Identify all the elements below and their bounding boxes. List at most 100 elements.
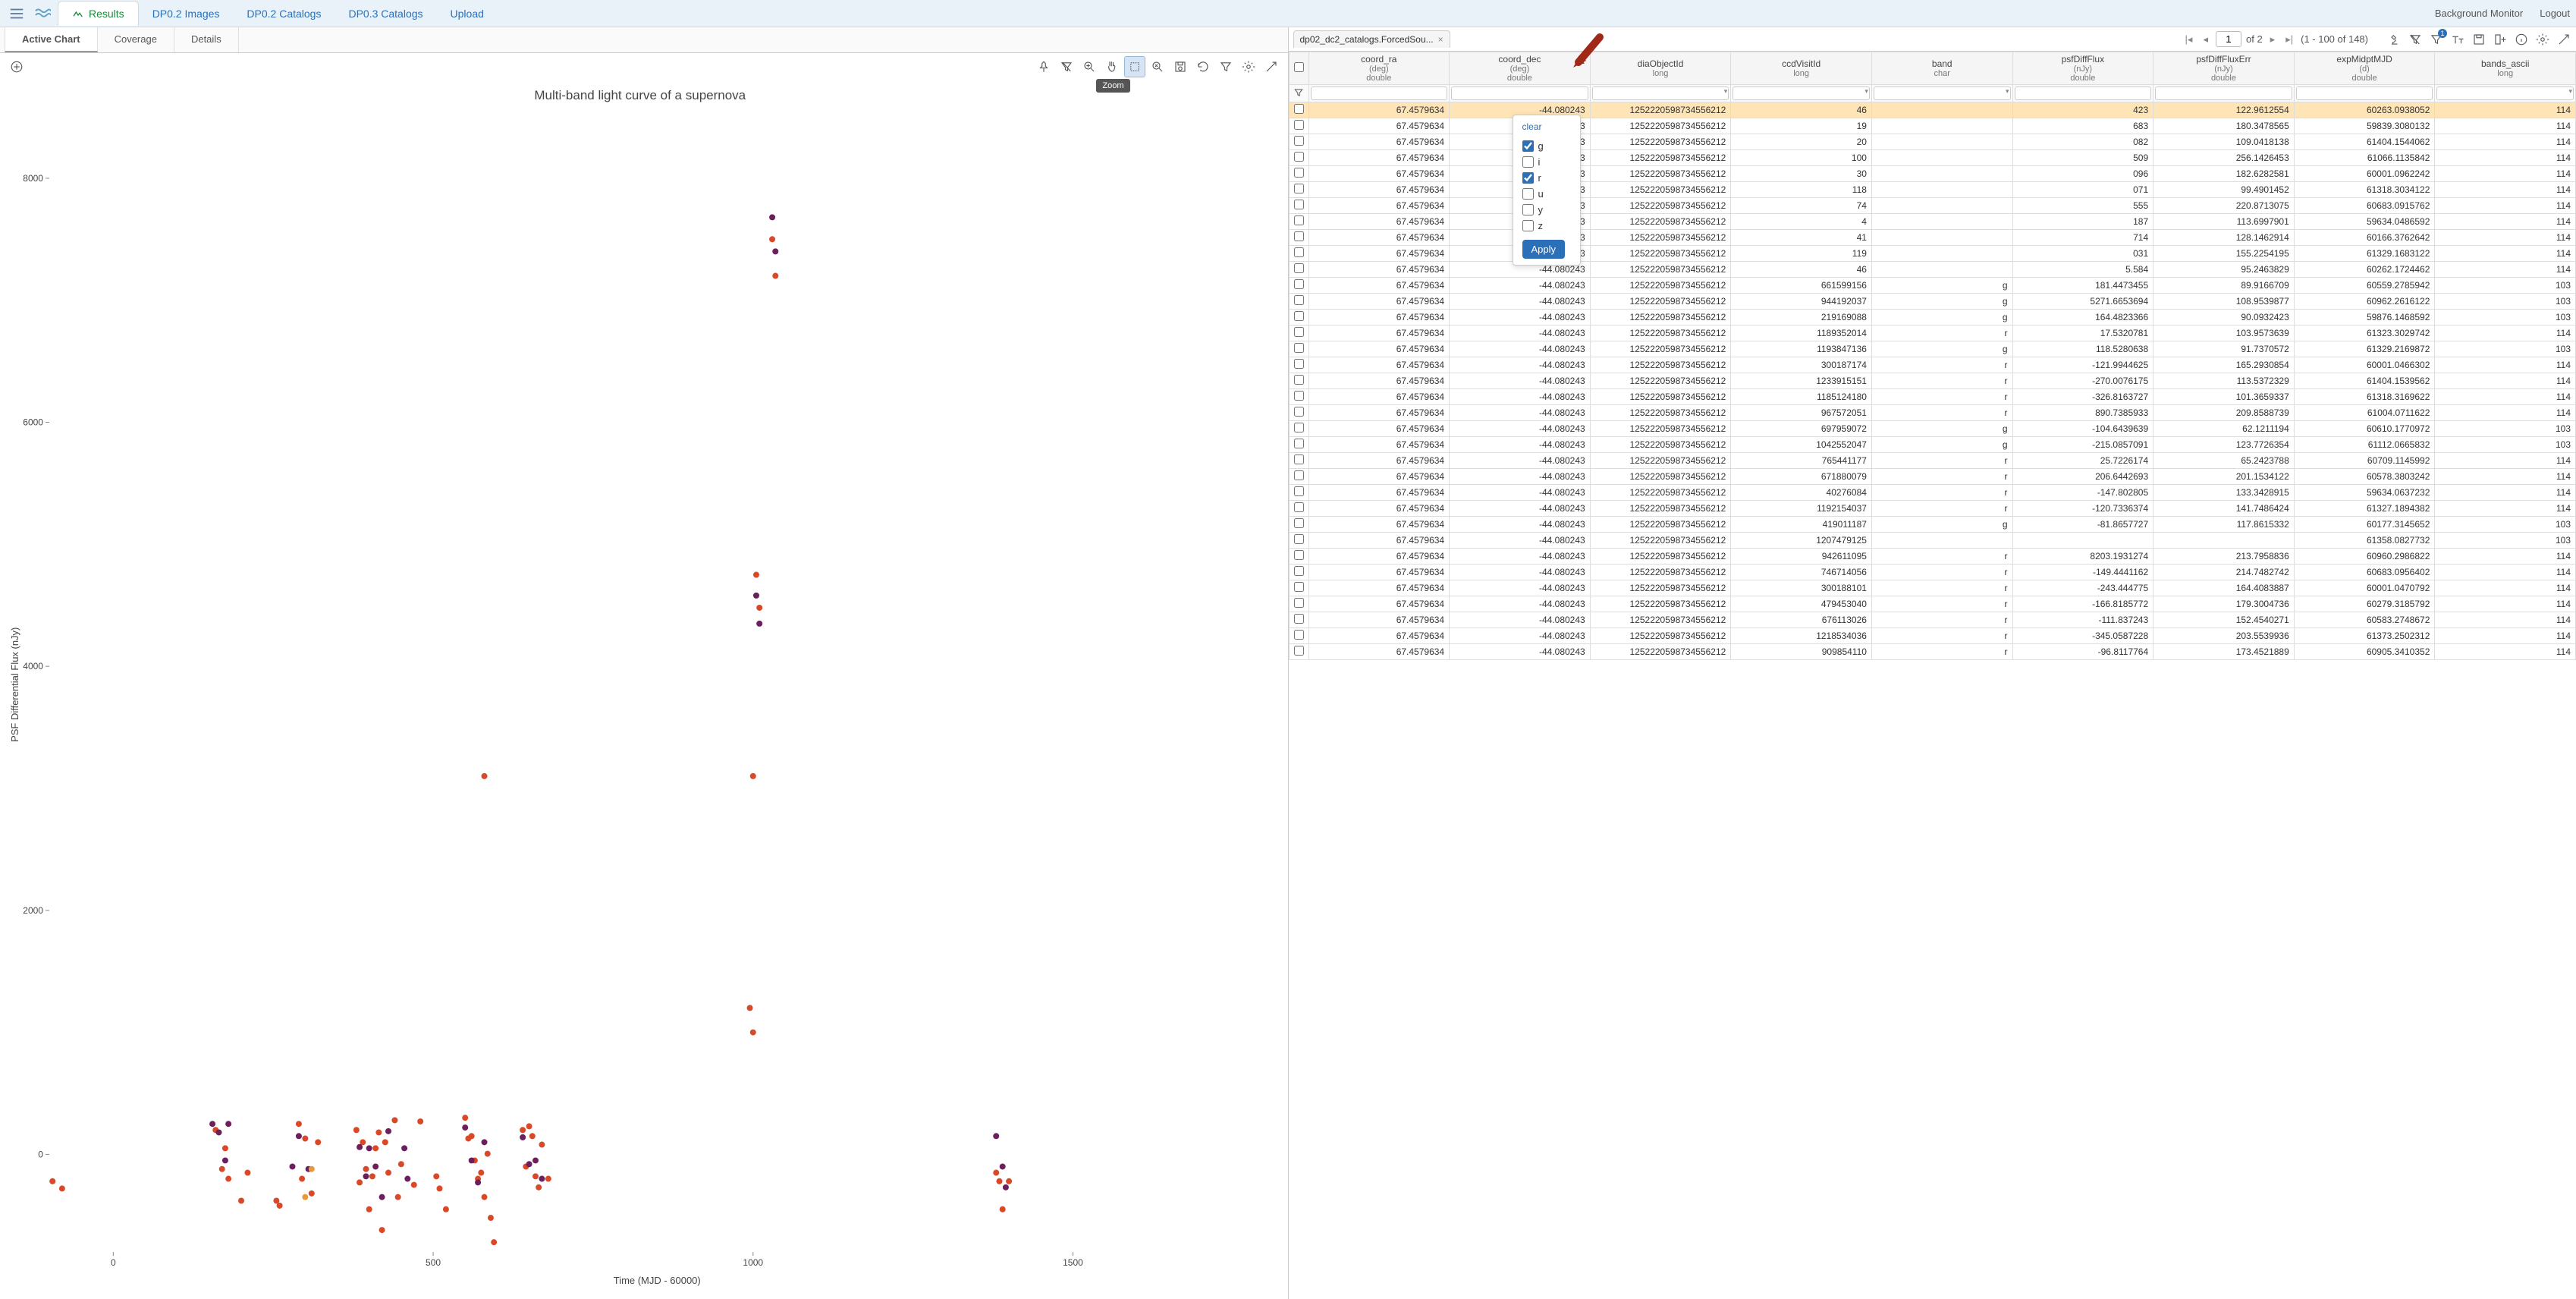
col-header-band[interactable]: bandchar	[1871, 52, 2012, 85]
row-checkbox[interactable]	[1294, 327, 1304, 337]
row-checkbox[interactable]	[1294, 343, 1304, 353]
chart-plot[interactable]: 02000400060008000050010001500Time (MJD -…	[8, 109, 1273, 1291]
col-header-psfDiffFlux[interactable]: psfDiffFlux(nJy)double	[2012, 52, 2153, 85]
row-checkbox[interactable]	[1294, 200, 1304, 209]
table-row[interactable]: 67.4579634-44.08024312522205987345562123…	[1289, 580, 2576, 596]
col-header-expMidptMJD[interactable]: expMidptMJD(d)double	[2294, 52, 2435, 85]
table-row[interactable]: 67.4579634-44.08024312522205987345562124…	[1289, 517, 2576, 533]
band-option-g[interactable]: g	[1522, 138, 1571, 154]
table-row[interactable]: 67.4579634-44.08024312522205987345562121…	[1289, 501, 2576, 517]
row-checkbox[interactable]	[1294, 391, 1304, 401]
table-row[interactable]: 67.4579634-44.08024312522205987345562124…	[1289, 102, 2576, 118]
row-checkbox[interactable]	[1294, 295, 1304, 305]
row-checkbox[interactable]	[1294, 534, 1304, 544]
row-checkbox[interactable]	[1294, 598, 1304, 608]
tab-upload[interactable]: Upload	[437, 1, 498, 26]
filter-row-icon[interactable]	[1289, 85, 1308, 102]
table-row[interactable]: 67.4579634-44.08024312522205987345562121…	[1289, 150, 2576, 166]
table-row[interactable]: 67.4579634-44.08024312522205987345562127…	[1289, 198, 2576, 214]
select-all-header[interactable]	[1289, 52, 1308, 85]
row-checkbox[interactable]	[1294, 502, 1304, 512]
filter-expMidptMJD[interactable]	[2296, 86, 2433, 100]
row-checkbox[interactable]	[1294, 311, 1304, 321]
settings-button[interactable]	[1238, 56, 1259, 77]
row-checkbox[interactable]	[1294, 646, 1304, 656]
table-row[interactable]: 67.4579634-44.08024312522205987345562121…	[1289, 373, 2576, 389]
row-checkbox[interactable]	[1294, 104, 1304, 114]
close-icon[interactable]: ×	[1438, 34, 1444, 45]
background-monitor-link[interactable]: Background Monitor	[2435, 8, 2523, 19]
band-option-i[interactable]: i	[1522, 154, 1571, 170]
table-row[interactable]: 67.4579634-44.08024312522205987345562122…	[1289, 134, 2576, 150]
save-button[interactable]	[1170, 56, 1191, 77]
row-checkbox[interactable]	[1294, 215, 1304, 225]
row-checkbox[interactable]	[1294, 359, 1304, 369]
row-checkbox[interactable]	[1294, 630, 1304, 640]
band-option-z[interactable]: z	[1522, 218, 1571, 234]
tab-dp0-3-catalogs[interactable]: DP0.3 Catalogs	[335, 1, 436, 26]
row-checkbox[interactable]	[1294, 518, 1304, 528]
table-row[interactable]: 67.4579634-44.08024312522205987345562121…	[1289, 341, 2576, 357]
col-header-bands_ascii[interactable]: bands_asciilong	[2435, 52, 2576, 85]
last-page-button[interactable]: ▸|	[2282, 32, 2296, 47]
col-header-diaObjectId[interactable]: diaObjectIdlong	[1590, 52, 1731, 85]
filter-diaObjectId[interactable]	[1592, 86, 1729, 100]
col-header-coord_dec[interactable]: coord_dec(deg)double	[1450, 52, 1591, 85]
first-page-button[interactable]: |◂	[2182, 32, 2196, 47]
table-row[interactable]: 67.4579634-44.08024312522205987345562124…	[1289, 230, 2576, 246]
col-header-psfDiffFluxErr[interactable]: psfDiffFluxErr(nJy)double	[2153, 52, 2295, 85]
tab-dp0-2-catalogs[interactable]: DP0.2 Catalogs	[233, 1, 335, 26]
filter-band[interactable]	[1874, 86, 2011, 100]
filter-button[interactable]	[1215, 56, 1236, 77]
subtab-coverage[interactable]: Coverage	[98, 27, 174, 52]
row-checkbox[interactable]	[1294, 231, 1304, 241]
pin-button[interactable]	[1033, 56, 1054, 77]
table-row[interactable]: 67.4579634-44.08024312522205987345562121…	[1289, 533, 2576, 549]
col-header-ccdVisitId[interactable]: ccdVisitIdlong	[1731, 52, 1872, 85]
box-select-button[interactable]	[1124, 56, 1145, 77]
expand-table-icon[interactable]	[2556, 32, 2571, 47]
add-column-icon[interactable]	[2493, 32, 2508, 47]
add-chart-button[interactable]	[6, 56, 27, 77]
row-checkbox[interactable]	[1294, 486, 1304, 496]
row-checkbox[interactable]	[1294, 247, 1304, 257]
logout-link[interactable]: Logout	[2540, 8, 2570, 19]
gear-icon[interactable]	[2535, 32, 2550, 47]
row-checkbox[interactable]	[1294, 566, 1304, 576]
table-row[interactable]: 67.4579634-44.08024312522205987345562121…	[1289, 246, 2576, 262]
col-header-coord_ra[interactable]: coord_ra(deg)double	[1308, 52, 1450, 85]
tab-dp0-2-images[interactable]: DP0.2 Images	[139, 1, 234, 26]
table-row[interactable]: 67.4579634-44.08024312522205987345562126…	[1289, 421, 2576, 437]
filter-icon[interactable]: 1	[2429, 32, 2444, 47]
band-option-y[interactable]: y	[1522, 202, 1571, 218]
apply-filter-button[interactable]: Apply	[1522, 240, 1566, 259]
table-row[interactable]: 67.4579634-44.08024312522205987345562127…	[1289, 453, 2576, 469]
filter-psfDiffFluxErr[interactable]	[2155, 86, 2292, 100]
expand-button[interactable]	[1261, 56, 1282, 77]
table-row[interactable]: 67.4579634-44.08024312522205987345562121…	[1289, 389, 2576, 405]
table-row[interactable]: 67.4579634-44.08024312522205987345562126…	[1289, 469, 2576, 485]
tab-results[interactable]: Results	[58, 1, 139, 26]
table-row[interactable]: 67.4579634-44.08024312522205987345562121…	[1289, 437, 2576, 453]
table-row[interactable]: 67.4579634-44.08024312522205987345562122…	[1289, 310, 2576, 326]
row-checkbox[interactable]	[1294, 168, 1304, 178]
table-row[interactable]: 67.4579634-44.08024312522205987345562129…	[1289, 644, 2576, 660]
row-checkbox[interactable]	[1294, 550, 1304, 560]
filter-coord_ra[interactable]	[1311, 86, 1448, 100]
row-checkbox[interactable]	[1294, 136, 1304, 146]
row-checkbox[interactable]	[1294, 120, 1304, 130]
row-checkbox[interactable]	[1294, 439, 1304, 448]
band-option-r[interactable]: r	[1522, 170, 1571, 186]
subtab-details[interactable]: Details	[174, 27, 239, 52]
table-row[interactable]: 67.4579634-44.08024312522205987345562123…	[1289, 166, 2576, 182]
band-option-u[interactable]: u	[1522, 186, 1571, 202]
table-tab[interactable]: dp02_dc2_catalogs.ForcedSou... ×	[1293, 30, 1450, 48]
row-checkbox[interactable]	[1294, 152, 1304, 162]
pan-button[interactable]	[1101, 56, 1123, 77]
clear-filter-link[interactable]: clear	[1522, 121, 1571, 132]
row-checkbox[interactable]	[1294, 423, 1304, 432]
row-checkbox[interactable]	[1294, 470, 1304, 480]
save-table-icon[interactable]	[2471, 32, 2486, 47]
table-row[interactable]: 67.4579634-44.08024312522205987345562126…	[1289, 278, 2576, 294]
table-row[interactable]: 67.4579634-44.08024312522205987345562124…	[1289, 262, 2576, 278]
